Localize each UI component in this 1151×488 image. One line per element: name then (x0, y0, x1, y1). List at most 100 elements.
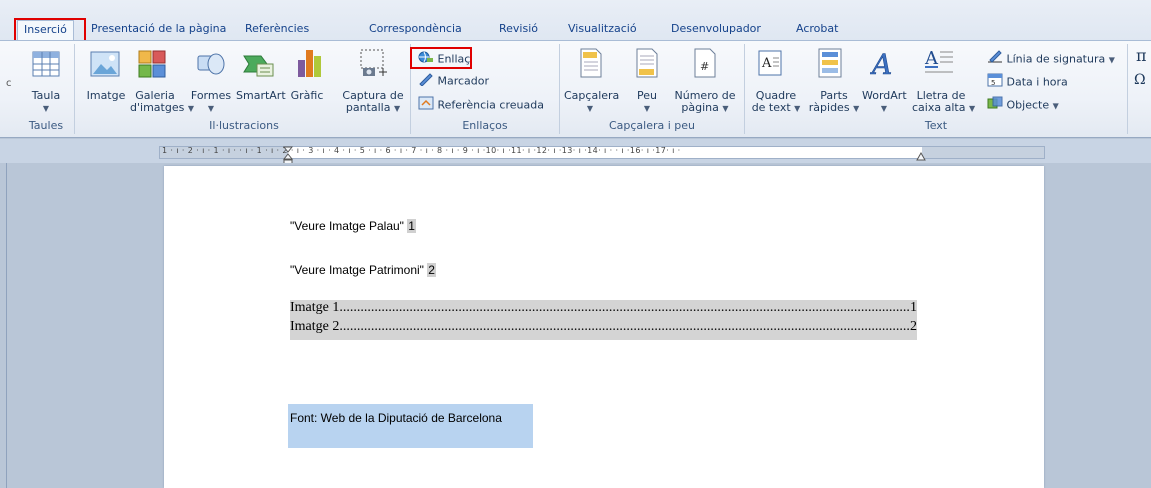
toc-entry-label: Imatge 1 (290, 300, 340, 315)
group-label-enllacos: Enllaços (462, 119, 508, 132)
clipart-gallery-icon (138, 50, 166, 81)
parts-rapides-button[interactable]: Parts ràpides ▼ (806, 90, 862, 115)
group-separator (74, 44, 75, 134)
tab-correspondencia[interactable]: Correspondència (369, 20, 462, 40)
toc-entry-page: 2 (910, 319, 917, 334)
chart-icon (296, 48, 324, 81)
group-label-capcalera: Capçalera i peu (608, 119, 696, 132)
symbol-button[interactable]: Ω (1134, 72, 1146, 88)
captura-label-2: pantalla (345, 101, 391, 114)
linia-label: Línia de signatura (1006, 52, 1106, 66)
ruler-ticks: 1 · ı · 2 · ı · 1 · ı · · ı · 1 · ı · 2 … (162, 146, 681, 155)
cross-ref-field[interactable]: 2 (427, 263, 436, 277)
footer-icon (636, 48, 658, 81)
textbox-icon: A (758, 50, 782, 79)
chevron-down-icon: ▼ (207, 104, 215, 113)
svg-text:A: A (761, 56, 772, 71)
objecte-button[interactable]: Objecte ▼ (987, 96, 1059, 115)
toc-leader-dots: ........................................… (339, 319, 910, 334)
svg-text:A: A (924, 48, 939, 69)
inserció-highlight-box (14, 18, 86, 42)
peu-button[interactable]: Peu ▼ (628, 90, 666, 115)
bookmark-icon (418, 72, 434, 91)
tab-presentacio-pagina[interactable]: Presentació de la pàgina (91, 20, 226, 40)
toc-entry[interactable]: Imatge 1 ...............................… (290, 300, 917, 319)
source-text[interactable]: Font: Web de la Diputació de Barcelona (290, 411, 502, 425)
captura-pantalla-button[interactable]: Captura de pantalla ▼ (338, 90, 408, 115)
marcador-button[interactable]: Marcador (418, 72, 489, 91)
tab-acrobat[interactable]: Acrobat (796, 20, 838, 40)
wordart-label: WordArt (862, 89, 907, 102)
group-separator (559, 44, 560, 134)
imatge-button[interactable]: Imatge (86, 90, 126, 102)
wordart-icon: A (869, 48, 896, 82)
table-of-figures[interactable]: Imatge 1 ...............................… (290, 300, 917, 340)
smartart-icon (243, 52, 275, 81)
line-veure-imatge-patrimoni[interactable]: "Veure Imatge Patrimoni" 2 (290, 263, 436, 277)
equation-button[interactable]: π (1136, 48, 1147, 64)
page-number-icon: # (694, 48, 716, 81)
tab-referencies[interactable]: Referències (245, 20, 309, 40)
taula-label: Taula (31, 89, 61, 102)
capcalera-button[interactable]: Capçalera ▼ (564, 89, 620, 115)
ribbon-scroll-left-edge: c (6, 78, 12, 89)
group-separator (1127, 44, 1128, 134)
enllac-highlight-box (410, 47, 472, 69)
group-label-taules: Taules (28, 119, 64, 132)
quadre-text-button[interactable]: Quadre de text ▼ (748, 90, 804, 115)
tab-visualitzacio[interactable]: Visualització (568, 20, 637, 40)
svg-text:5: 5 (991, 79, 995, 87)
objecte-label: Objecte (1006, 98, 1050, 112)
chevron-down-icon: ▼ (42, 104, 50, 113)
chevron-down-icon: ▼ (393, 104, 401, 113)
toc-leader-dots: ........................................… (339, 300, 910, 315)
screenshot-icon (357, 48, 389, 81)
chevron-down-icon: ▼ (643, 104, 651, 113)
numero-pagina-button[interactable]: Número de pàgina ▼ (672, 90, 738, 115)
data-label: Data i hora (1006, 75, 1068, 89)
chevron-down-icon: ▼ (968, 104, 976, 113)
referencia-label: Referència creuada (437, 98, 544, 112)
ribbon-tab-strip: Inserció Presentació de la pàgina Referè… (0, 0, 1151, 40)
group-label-text: Text (924, 119, 948, 132)
chevron-down-icon: ▼ (1052, 101, 1059, 111)
galeria-imatges-button[interactable]: Galeria d'imatges ▼ (130, 90, 194, 115)
quick-parts-icon (818, 48, 842, 81)
header-icon (580, 48, 602, 81)
cross-ref-text: "Veure Imatge Patrimoni" (290, 263, 424, 277)
data-hora-button[interactable]: 5 Data i hora (987, 73, 1068, 92)
wordart-button[interactable]: WordArt ▼ (862, 89, 907, 115)
shapes-icon (196, 50, 226, 81)
cross-ref-text: "Veure Imatge Palau" (290, 219, 404, 233)
tab-revisio[interactable]: Revisió (499, 20, 538, 40)
linia-signatura-button[interactable]: Línia de signatura ▼ (987, 50, 1115, 69)
chevron-down-icon: ▼ (794, 104, 801, 113)
referencia-creuada-button[interactable]: Referència creuada (418, 96, 544, 115)
smartart-button[interactable]: SmartArt (236, 90, 286, 102)
table-icon (32, 50, 60, 81)
toc-entry-page: 1 (910, 300, 917, 315)
line-veure-imatge-palau[interactable]: "Veure Imatge Palau" 1 (290, 219, 416, 233)
parts-label-2: ràpides (808, 101, 850, 114)
peu-label: Peu (637, 89, 657, 102)
svg-text:A: A (870, 48, 892, 78)
chevron-down-icon: ▼ (853, 104, 860, 113)
toc-entry-label: Imatge 2 (290, 319, 340, 334)
lletra-caixa-alta-button[interactable]: Lletra de caixa alta ▼ (912, 90, 975, 115)
lletra-label-2: caixa alta (912, 101, 966, 114)
cross-ref-field[interactable]: 1 (407, 219, 416, 233)
chevron-down-icon: ▼ (722, 104, 729, 113)
chevron-down-icon: ▼ (586, 104, 594, 113)
object-icon (987, 96, 1003, 115)
taula-button[interactable]: Taula ▼ (28, 90, 64, 115)
capcalera-label: Capçalera (564, 89, 620, 102)
tab-desenvolupador[interactable]: Desenvolupador (671, 20, 761, 40)
drop-cap-icon: A (924, 46, 954, 79)
toc-entry[interactable]: Imatge 2 ...............................… (290, 319, 917, 338)
galeria-label-2: d'imatges (130, 101, 185, 114)
chevron-down-icon: ▼ (1108, 55, 1115, 65)
signature-line-icon (987, 50, 1003, 69)
formes-button[interactable]: Formes ▼ (190, 90, 232, 115)
group-separator (744, 44, 745, 134)
grafic-button[interactable]: Gràfic (288, 90, 326, 102)
